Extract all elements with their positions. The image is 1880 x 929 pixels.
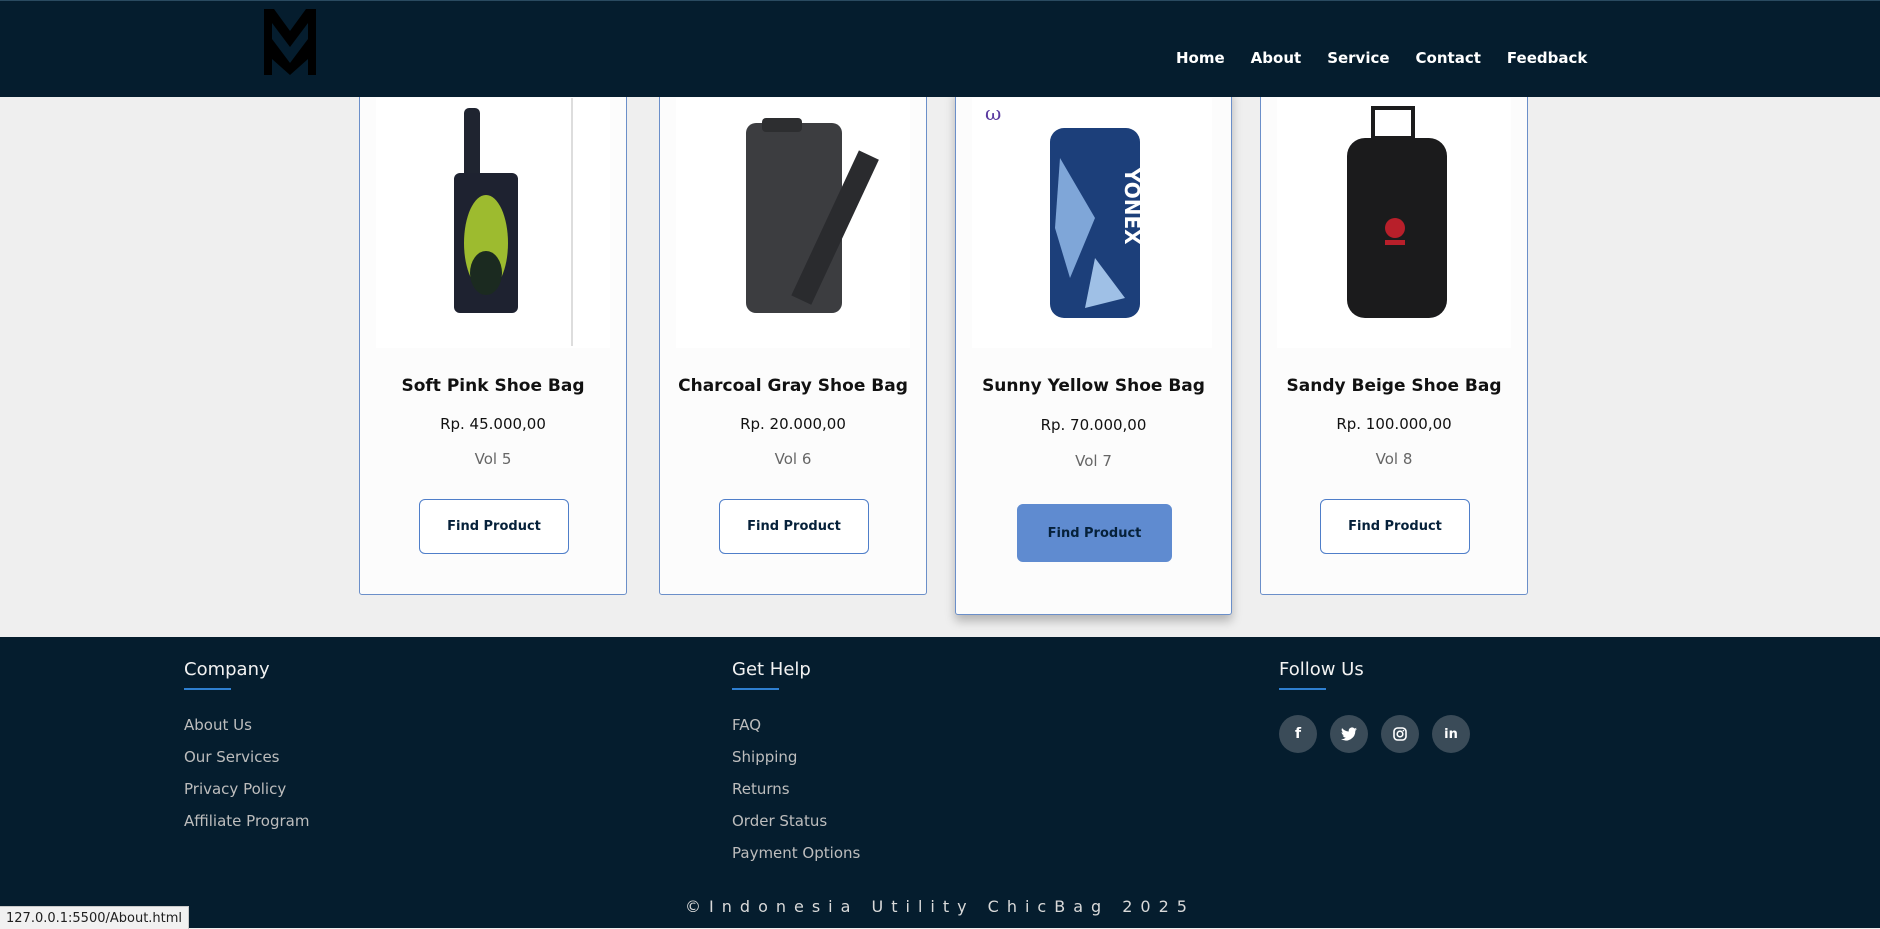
product-card[interactable]: Soft Pink Shoe Bag Rp. 45.000,00 Vol 5 F… — [359, 87, 627, 595]
facebook-icon[interactable]: f — [1279, 715, 1317, 753]
product-vol: Vol 8 — [1375, 450, 1413, 468]
product-image — [1277, 98, 1511, 348]
product-title: Sandy Beige Shoe Bag — [1286, 376, 1502, 396]
instagram-icon[interactable] — [1381, 715, 1419, 753]
footer-link-returns[interactable]: Returns — [732, 780, 860, 812]
footer-heading: Get Help — [732, 659, 811, 680]
footer-heading: Follow Us — [1279, 659, 1364, 680]
product-vol: Vol 5 — [474, 450, 512, 468]
svg-text:YONEX: YONEX — [1120, 167, 1144, 245]
heading-underline — [1279, 688, 1326, 690]
navbar: Home About Service Contact Feedback — [0, 0, 1880, 97]
find-product-button[interactable]: Find Product — [1320, 499, 1470, 554]
product-title: Charcoal Gray Shoe Bag — [678, 376, 908, 396]
footer-link-faq[interactable]: FAQ — [732, 716, 860, 748]
product-grid: Soft Pink Shoe Bag Rp. 45.000,00 Vol 5 F… — [0, 87, 1880, 637]
social-links: f in — [1279, 715, 1470, 753]
product-card[interactable]: Sandy Beige Shoe Bag Rp. 100.000,00 Vol … — [1260, 87, 1528, 595]
find-product-button[interactable]: Find Product — [719, 499, 869, 554]
product-vol: Vol 6 — [774, 450, 812, 468]
footer-link-order-status[interactable]: Order Status — [732, 812, 860, 844]
nav-about[interactable]: About — [1251, 49, 1302, 67]
footer-link-shipping[interactable]: Shipping — [732, 748, 860, 780]
nav-service[interactable]: Service — [1327, 49, 1389, 67]
product-title: Soft Pink Shoe Bag — [401, 376, 585, 396]
nav-home[interactable]: Home — [1176, 49, 1225, 67]
footer-links: FAQ Shipping Returns Order Status Paymen… — [732, 716, 860, 876]
product-card[interactable]: ω YONEX Sunny Yellow Shoe Bag Rp. 70.000… — [955, 87, 1232, 615]
footer-heading: Company — [184, 659, 270, 680]
product-card[interactable]: Charcoal Gray Shoe Bag Rp. 20.000,00 Vol… — [659, 87, 927, 595]
footer-links: About Us Our Services Privacy Policy Aff… — [184, 716, 309, 844]
find-product-button[interactable]: Find Product — [419, 499, 569, 554]
footer-link-our-services[interactable]: Our Services — [184, 748, 309, 780]
product-title: Sunny Yellow Shoe Bag — [982, 376, 1205, 396]
svg-text:ω: ω — [985, 101, 1001, 125]
footer-follow: Follow Us f in — [1279, 659, 1470, 753]
product-price: Rp. 20.000,00 — [740, 415, 846, 433]
footer-link-about-us[interactable]: About Us — [184, 716, 309, 748]
nav-links: Home About Service Contact Feedback — [1176, 49, 1613, 67]
heading-underline — [732, 688, 779, 690]
heading-underline — [184, 688, 231, 690]
footer-link-payment-options[interactable]: Payment Options — [732, 844, 860, 876]
brand-logo[interactable] — [264, 9, 316, 75]
product-image — [676, 98, 910, 348]
product-price: Rp. 45.000,00 — [440, 415, 546, 433]
nav-contact[interactable]: Contact — [1416, 49, 1481, 67]
product-vol: Vol 7 — [1075, 452, 1112, 470]
product-price: Rp. 70.000,00 — [1040, 416, 1147, 434]
nav-feedback[interactable]: Feedback — [1507, 49, 1587, 67]
browser-status-bar: 127.0.0.1:5500/About.html — [0, 906, 190, 929]
footer-help: Get Help FAQ Shipping Returns Order Stat… — [732, 659, 860, 876]
footer-link-affiliate-program[interactable]: Affiliate Program — [184, 812, 309, 844]
site-footer: Company About Us Our Services Privacy Po… — [0, 637, 1880, 928]
copyright: ©Indonesia Utility ChicBag 2025 — [685, 897, 1195, 916]
product-image — [376, 98, 610, 348]
product-image: ω YONEX — [972, 98, 1212, 348]
find-product-button[interactable]: Find Product — [1017, 504, 1172, 562]
linkedin-icon[interactable]: in — [1432, 715, 1470, 753]
footer-company: Company About Us Our Services Privacy Po… — [184, 659, 309, 844]
twitter-icon[interactable] — [1330, 715, 1368, 753]
product-price: Rp. 100.000,00 — [1336, 415, 1452, 433]
footer-link-privacy-policy[interactable]: Privacy Policy — [184, 780, 309, 812]
